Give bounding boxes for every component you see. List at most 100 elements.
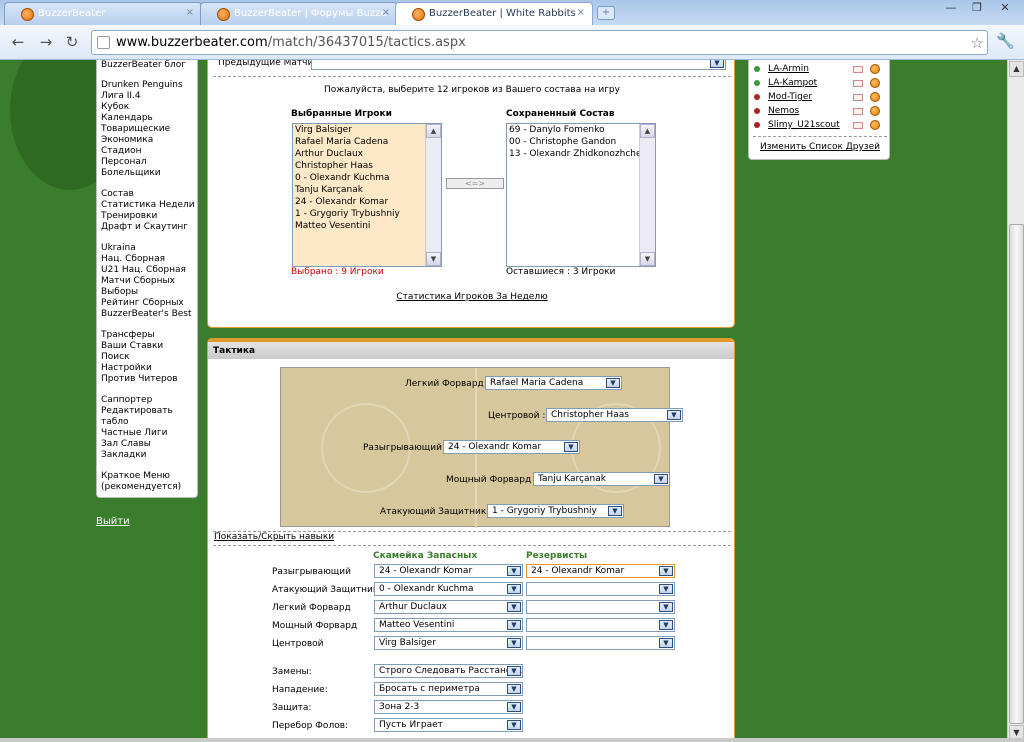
minimize-button[interactable]: — [940, 0, 962, 17]
bench-select-sf[interactable]: Arthur Duclaux ▼ [374, 600, 523, 614]
scroll-up-icon[interactable]: ▲ [640, 124, 655, 138]
list-item[interactable]: 0 - Olexandr Kuchma [293, 172, 441, 184]
menu-item[interactable]: Лига II.4 [101, 91, 197, 102]
scroll-down-icon[interactable]: ▼ [640, 252, 655, 266]
friend-item[interactable]: Slimy_U21scout [754, 120, 840, 130]
list-item[interactable]: 69 - Danylo Fomenko [507, 124, 655, 136]
browser-tab-2[interactable]: BuzzerBeater | Форумы Buzze × [200, 2, 398, 25]
menu-item[interactable]: Закладки [101, 450, 197, 461]
weekly-stats-link[interactable]: Статистика Игроков За Неделю [208, 292, 736, 302]
selected-players-listbox[interactable]: Virg Balsiger Rafael Maria Cadena Arthur… [292, 123, 442, 267]
shooting-guard-select[interactable]: 1 - Grygoriy Trybushniy ▼ [487, 504, 624, 518]
toggle-skills-link[interactable]: Показать/Скрыть навыки [214, 532, 334, 542]
defense-select[interactable]: Зона 2-3 ▼ [374, 700, 523, 714]
menu-item[interactable]: табло [101, 417, 197, 428]
menu-item[interactable]: Саппортер [101, 395, 197, 406]
new-tab-button[interactable]: + [597, 6, 615, 20]
menu-item[interactable]: Тренировки [101, 211, 197, 222]
menu-item[interactable]: Матчи Сборных [101, 276, 197, 287]
scroll-down-icon[interactable]: ▼ [426, 252, 441, 266]
menu-item[interactable]: Статистика Недели [101, 200, 197, 211]
bench-select-sg[interactable]: 0 - Olexandr Kuchma ▼ [374, 582, 523, 596]
forward-arrow-icon[interactable]: → [36, 32, 56, 52]
list-item[interactable]: Christopher Haas [293, 160, 441, 172]
mail-icon[interactable] [853, 94, 863, 101]
menu-item[interactable]: Трансферы [101, 330, 197, 341]
close-window-button[interactable]: ✕ [994, 0, 1016, 17]
friend-item[interactable]: Nemos [754, 106, 799, 116]
menu-item[interactable]: Против Читеров [101, 374, 197, 385]
menu-item[interactable]: Настройки [101, 363, 197, 374]
wrench-menu-icon[interactable]: 🔧 [996, 32, 1015, 50]
bench-select-pg[interactable]: 24 - Olexandr Komar ▼ [374, 564, 523, 578]
point-guard-select[interactable]: 24 - Olexandr Komar ▼ [443, 440, 580, 454]
menu-item[interactable]: Календарь [101, 113, 197, 124]
menu-item[interactable]: Персонал [101, 157, 197, 168]
menu-item[interactable]: Состав [101, 189, 197, 200]
browser-tab-3-active[interactable]: BuzzerBeater | White Rabbits × [395, 2, 593, 25]
friend-name[interactable]: Mod-Tiger [768, 92, 812, 102]
menu-item[interactable]: Редактировать [101, 406, 197, 417]
change-friends-link[interactable]: Изменить Список Друзей [749, 142, 891, 152]
power-forward-select[interactable]: Tanju Karçanak ▼ [533, 472, 670, 486]
menu-item[interactable]: Стадион [101, 146, 197, 157]
browser-tab-1[interactable]: BuzzerBeater × [4, 2, 202, 25]
basketball-icon[interactable] [870, 92, 880, 102]
menu-item[interactable]: Ваши Ставки [101, 341, 197, 352]
list-item[interactable]: Arthur Duclaux [293, 148, 441, 160]
back-arrow-icon[interactable]: ← [8, 32, 28, 52]
menu-item[interactable]: Экономика [101, 135, 197, 146]
menu-item[interactable]: Зал Славы [101, 439, 197, 450]
menu-item[interactable]: BuzzerBeater's Best [101, 309, 197, 320]
menu-item[interactable]: Болельщики [101, 168, 197, 179]
friend-name[interactable]: LA-Kampot [768, 78, 817, 88]
friend-item[interactable]: LA-Kampot [754, 78, 817, 88]
list-item[interactable]: 00 - Christophe Gandon [507, 136, 655, 148]
friend-item[interactable]: Mod-Tiger [754, 92, 812, 102]
bench-select-c[interactable]: Virg Balsiger ▼ [374, 636, 523, 650]
friend-name[interactable]: Slimy_U21scout [768, 120, 840, 130]
list-item[interactable]: Tanju Karçanak [293, 184, 441, 196]
small-forward-select[interactable]: Rafael Maria Cadena ▼ [485, 376, 622, 390]
menu-item[interactable]: Выборы [101, 287, 197, 298]
menu-item[interactable]: BuzzerBeater блог [101, 60, 197, 71]
mail-icon[interactable] [853, 80, 863, 87]
friend-item[interactable]: LA-Armin [754, 64, 809, 74]
scroll-up-icon[interactable]: ▲ [1009, 61, 1024, 77]
center-select[interactable]: Christopher Haas ▼ [546, 408, 683, 422]
menu-item[interactable]: Поиск [101, 352, 197, 363]
menu-item[interactable]: Ukraina [101, 243, 197, 254]
menu-item[interactable]: Драфт и Скаутинг [101, 222, 197, 233]
close-tab-icon[interactable]: × [577, 7, 585, 18]
move-players-button[interactable]: <=> [446, 178, 504, 189]
menu-item[interactable]: Нац. Сборная [101, 254, 197, 265]
menu-item[interactable]: Частные Лиги [101, 428, 197, 439]
substitutions-select[interactable]: Строго Следовать Расстановке ▼ [374, 664, 523, 678]
list-item[interactable]: Matteo Vesentini [293, 220, 441, 232]
scrollbar-thumb[interactable] [1009, 224, 1024, 724]
friend-name[interactable]: LA-Armin [768, 64, 809, 74]
logout-link[interactable]: Выйти [96, 516, 130, 527]
reserve-select-sg[interactable]: ▼ [526, 582, 675, 596]
prev-matches-select[interactable]: ▼ [311, 60, 726, 70]
page-scrollbar[interactable]: ▲ ▼ [1007, 60, 1024, 742]
friend-name[interactable]: Nemos [768, 106, 799, 116]
menu-item[interactable]: Товарищеские [101, 124, 197, 135]
reserve-select-sf[interactable]: ▼ [526, 600, 675, 614]
reserve-select-pf[interactable]: ▼ [526, 618, 675, 632]
menu-item[interactable]: (рекомендуется) [101, 482, 197, 493]
saved-lineup-listbox[interactable]: 69 - Danylo Fomenko 00 - Christophe Gand… [506, 123, 656, 267]
mail-icon[interactable] [853, 108, 863, 115]
menu-item[interactable]: Краткое Меню [101, 471, 197, 482]
list-item[interactable]: 24 - Olexandr Komar [293, 196, 441, 208]
basketball-icon[interactable] [870, 64, 880, 74]
list-item[interactable]: 1 - Grygoriy Trybushniy [293, 208, 441, 220]
mail-icon[interactable] [853, 122, 863, 129]
bookmark-star-icon[interactable]: ☆ [971, 34, 984, 52]
listbox-scrollbar[interactable]: ▲ ▼ [425, 124, 441, 266]
close-tab-icon[interactable]: × [186, 7, 194, 18]
list-item[interactable]: 13 - Olexandr Zhidkonozhchenk [507, 148, 655, 160]
list-item[interactable]: Rafael Maria Cadena [293, 136, 441, 148]
reload-icon[interactable]: ↻ [62, 32, 82, 52]
bench-select-pf[interactable]: Matteo Vesentini ▼ [374, 618, 523, 632]
